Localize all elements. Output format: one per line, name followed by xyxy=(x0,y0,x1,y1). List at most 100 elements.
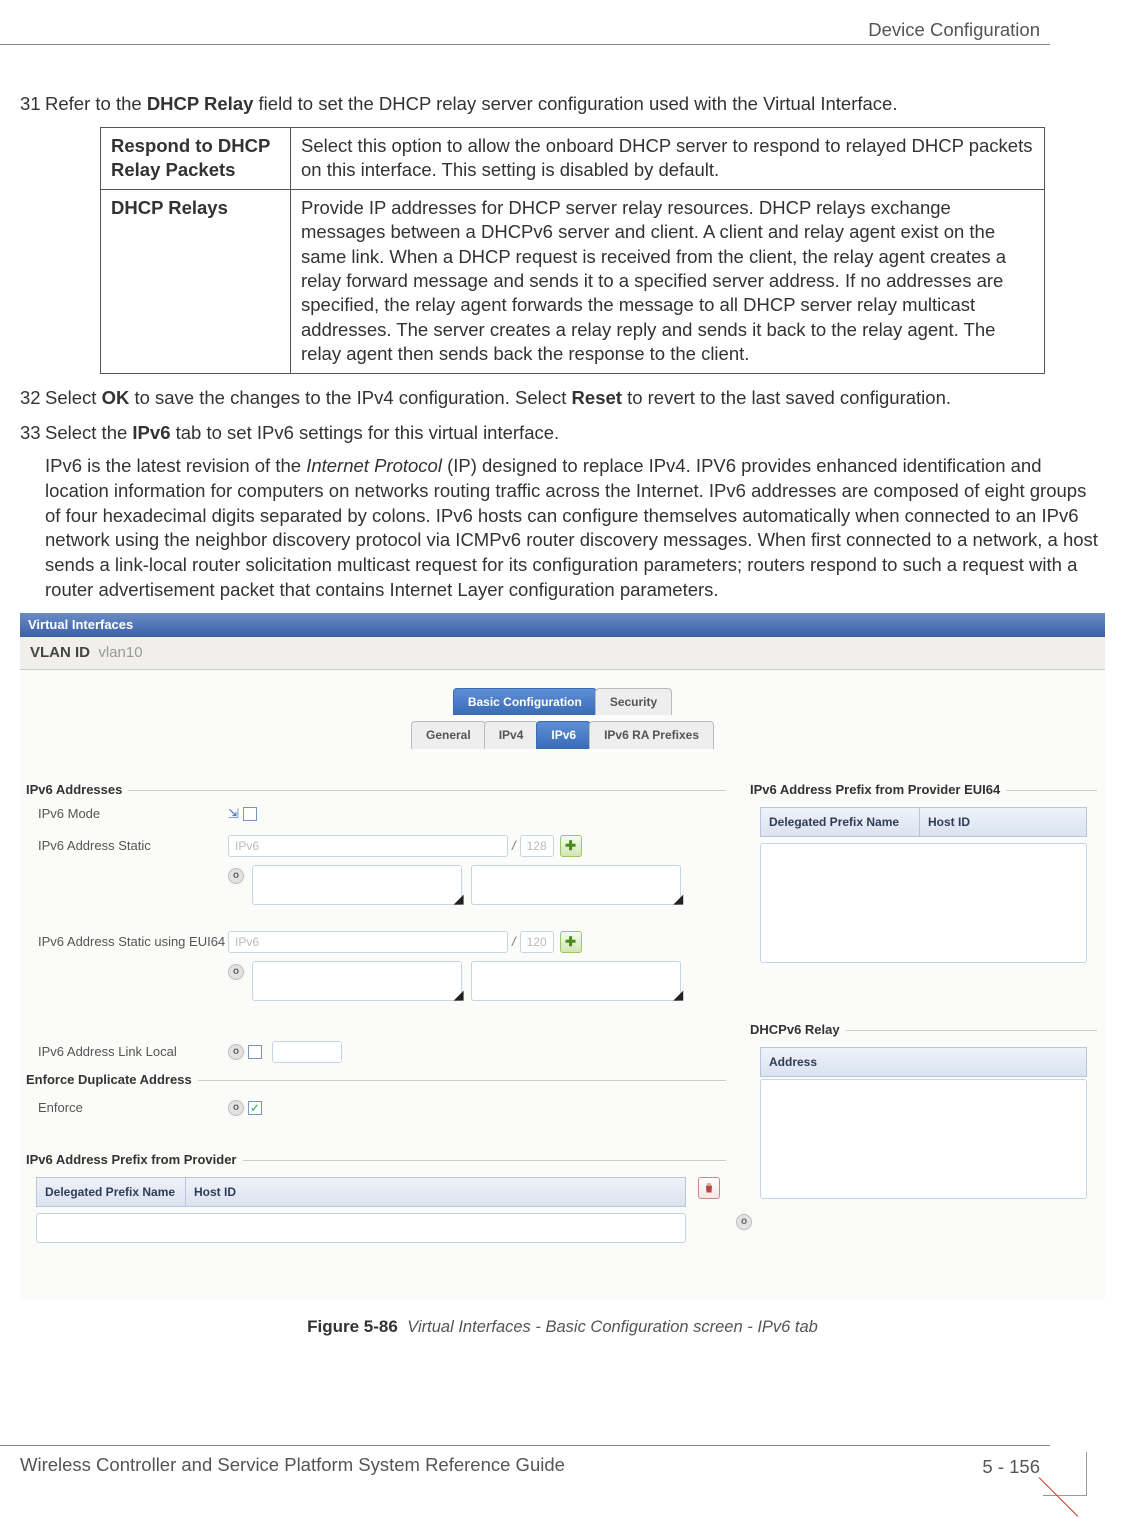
field-name: DHCP Relay xyxy=(147,93,254,114)
label: IPv6 Address Static xyxy=(38,837,228,855)
definition: Provide IP addresses for DHCP server rel… xyxy=(291,189,1045,373)
group-label: Enforce Duplicate Address xyxy=(26,1071,198,1089)
ui-label: OK xyxy=(102,387,130,408)
top-tabs: Basic ConfigurationSecurity xyxy=(20,688,1105,715)
text: to revert to the last saved configuratio… xyxy=(622,387,951,408)
row-ipv6-static-eui64: IPv6 Address Static using EUI64 IPv6 / 1… xyxy=(38,931,716,953)
text: IPv6 is the latest revision of the xyxy=(45,455,306,476)
sub-tabs: GeneralIPv4IPv6IPv6 RA Prefixes xyxy=(20,721,1105,748)
ui-label: Reset xyxy=(572,387,622,408)
resize-icon: ◢ xyxy=(454,986,464,1004)
prefix-provider-list[interactable] xyxy=(36,1213,686,1243)
definition: Select this option to allow the onboard … xyxy=(291,127,1045,189)
ipv6-static-eui-prefix-input[interactable]: 120 xyxy=(520,931,554,953)
row-ipv6-static: IPv6 Address Static IPv6 / 128 ✚ xyxy=(38,835,716,857)
text: to save the changes to the IPv4 configur… xyxy=(129,387,571,408)
page-number: 5 - 156 xyxy=(982,1455,1040,1480)
vlan-value: vlan10 xyxy=(98,644,142,661)
running-header: Device Configuration xyxy=(868,18,1040,43)
tab-ipv6-ra-prefixes[interactable]: IPv6 RA Prefixes xyxy=(589,721,714,748)
resize-icon: ◢ xyxy=(454,890,464,908)
ipv6-static-prefix-input[interactable]: 128 xyxy=(520,835,554,857)
enforce-checkbox[interactable] xyxy=(248,1101,262,1115)
ipv6-static-input[interactable]: IPv6 xyxy=(228,835,508,857)
ui-label: IPv6 xyxy=(132,422,170,443)
group-label: DHCPv6 Relay xyxy=(750,1021,846,1039)
ipv6-static-list-2[interactable]: ◢ xyxy=(471,865,681,905)
add-button[interactable]: ✚ xyxy=(560,835,582,857)
label: IPv6 Address Link Local xyxy=(38,1043,228,1061)
resize-icon: ◢ xyxy=(673,986,683,1004)
row-enforce: Enforce o xyxy=(38,1099,716,1117)
col-delegated-prefix[interactable]: Delegated Prefix Name xyxy=(760,807,920,837)
page-corner-ornament xyxy=(1043,1452,1087,1496)
table-row: Respond to DHCP Relay Packets Select thi… xyxy=(101,127,1045,189)
vlan-row: VLAN ID vlan10 xyxy=(20,637,1105,670)
group-ipv6-addresses: IPv6 Addresses IPv6 Mode ⇲ IPv6 Address … xyxy=(26,790,726,1100)
dhcpv6-relay-list[interactable] xyxy=(760,1079,1087,1199)
group-label: IPv6 Address Prefix from Provider EUI64 xyxy=(750,781,1006,799)
header-rule xyxy=(0,44,1050,45)
col-address[interactable]: Address xyxy=(760,1047,1087,1077)
override-badge: o ◢ ◢ xyxy=(228,865,681,905)
override-icon: o xyxy=(228,1044,244,1060)
figure-caption-text: Virtual Interfaces - Basic Configuration… xyxy=(407,1318,818,1336)
step-32: 32 Select OK to save the changes to the … xyxy=(20,386,1105,411)
slash-icon: / xyxy=(512,837,516,855)
prefix-eui64-list[interactable] xyxy=(760,843,1087,963)
footer-rule xyxy=(0,1445,1050,1446)
tab-ipv4[interactable]: IPv4 xyxy=(484,721,539,748)
step-number: 32 xyxy=(20,386,45,411)
link-local-checkbox[interactable] xyxy=(248,1045,262,1059)
tab-security[interactable]: Security xyxy=(595,688,672,715)
vlan-label: VLAN ID xyxy=(30,644,90,661)
override-icon: o xyxy=(228,1100,244,1116)
term: Respond to DHCP Relay Packets xyxy=(101,127,291,189)
footer-title: Wireless Controller and Service Platform… xyxy=(20,1453,565,1478)
label: Enforce xyxy=(38,1099,228,1117)
ipv6-mode-checkbox[interactable] xyxy=(243,807,257,821)
group-label: IPv6 Addresses xyxy=(26,781,128,799)
text: Select the xyxy=(45,422,132,443)
group-enforce-duplicate: Enforce Duplicate Address Enforce o xyxy=(26,1080,726,1140)
row-ipv6-link-local: IPv6 Address Link Local o xyxy=(38,1041,716,1063)
text: Refer to the xyxy=(45,93,147,114)
col-delegated-prefix[interactable]: Delegated Prefix Name xyxy=(36,1177,186,1207)
col-host-id[interactable]: Host ID xyxy=(920,807,1087,837)
text: field to set the DHCP relay server confi… xyxy=(253,93,897,114)
group-dhcpv6-relay: DHCPv6 Relay Address o xyxy=(750,1030,1097,1250)
col-host-id[interactable]: Host ID xyxy=(186,1177,686,1207)
add-button[interactable]: ✚ xyxy=(560,931,582,953)
tab-ipv6[interactable]: IPv6 xyxy=(536,721,591,748)
group-label: IPv6 Address Prefix from Provider xyxy=(26,1151,243,1169)
step-33: 33 Select the IPv6 tab to set IPv6 setti… xyxy=(20,421,1105,604)
figure-label: Figure 5-86 xyxy=(307,1317,398,1336)
ipv6-static-eui-input[interactable]: IPv6 xyxy=(228,931,508,953)
row-ipv6-mode: IPv6 Mode ⇲ xyxy=(38,805,716,823)
slash-icon: / xyxy=(512,933,516,951)
ipv6-static-list[interactable]: ◢ xyxy=(252,865,462,905)
text: (IP) designed to replace IPv4. IPV6 prov… xyxy=(45,455,1098,601)
delete-button[interactable] xyxy=(698,1177,720,1199)
ipv6-static-eui-list-2[interactable]: ◢ xyxy=(471,961,681,1001)
text: tab to set IPv6 settings for this virtua… xyxy=(170,422,559,443)
embedded-screenshot: Virtual Interfaces VLAN ID vlan10 Basic … xyxy=(20,613,1105,1298)
expand-icon[interactable]: ⇲ xyxy=(228,805,239,823)
label: IPv6 Mode xyxy=(38,805,228,823)
link-local-input[interactable] xyxy=(272,1041,342,1063)
text: Select xyxy=(45,387,102,408)
tab-general[interactable]: General xyxy=(411,721,486,748)
ipv6-static-eui-list[interactable]: ◢ xyxy=(252,961,462,1001)
step-number: 31 xyxy=(20,92,45,117)
table-row: DHCP Relays Provide IP addresses for DHC… xyxy=(101,189,1045,373)
override-icon: o xyxy=(228,868,244,884)
definition-table: Respond to DHCP Relay Packets Select thi… xyxy=(100,127,1045,374)
term-italic: Internet Protocol xyxy=(306,455,442,476)
term: DHCP Relays xyxy=(101,189,291,373)
override-icon: o xyxy=(228,964,244,980)
override-icon: o xyxy=(736,1214,752,1230)
resize-icon: ◢ xyxy=(673,890,683,908)
step-31: 31 Refer to the DHCP Relay field to set … xyxy=(20,92,1105,117)
tab-basic-configuration[interactable]: Basic Configuration xyxy=(453,688,597,715)
tab-area: Basic ConfigurationSecurity GeneralIPv4I… xyxy=(20,688,1105,748)
